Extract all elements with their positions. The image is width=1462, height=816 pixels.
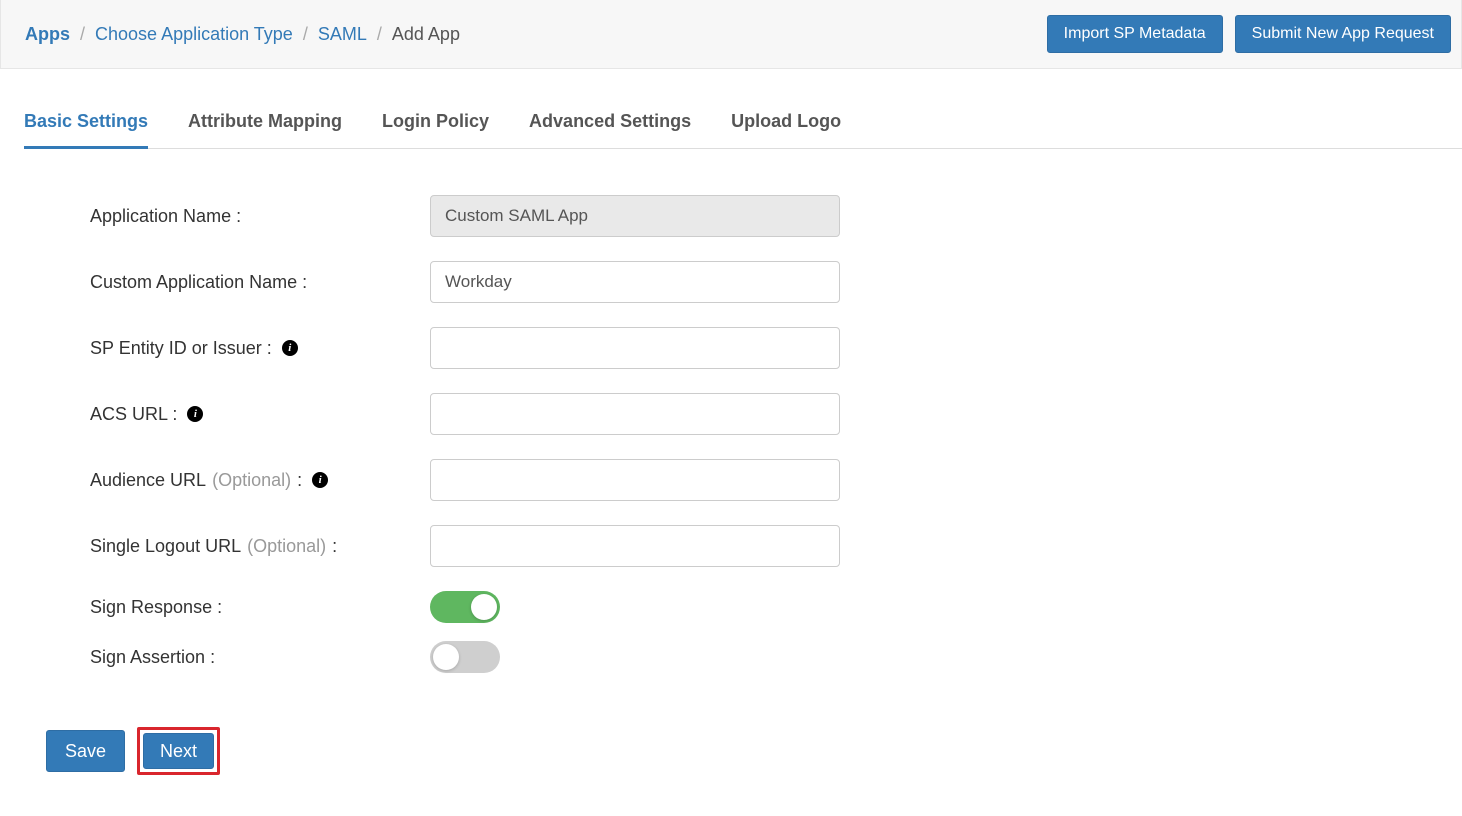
optional-marker: (Optional) xyxy=(247,536,326,557)
tab-upload-logo[interactable]: Upload Logo xyxy=(731,99,841,148)
sp-entity-id-label-text: SP Entity ID or Issuer : xyxy=(90,338,272,359)
custom-application-name-label: Custom Application Name : xyxy=(90,272,430,293)
slo-url-label-text: Single Logout URL xyxy=(90,536,241,557)
breadcrumb-current: Add App xyxy=(392,24,460,45)
custom-application-name-input[interactable] xyxy=(430,261,840,303)
audience-url-label-colon: : xyxy=(297,470,302,491)
sp-entity-id-label: SP Entity ID or Issuer : i xyxy=(90,338,430,359)
acs-url-input[interactable] xyxy=(430,393,840,435)
info-icon[interactable]: i xyxy=(312,472,328,488)
tab-attribute-mapping[interactable]: Attribute Mapping xyxy=(188,99,342,148)
single-logout-url-label: Single Logout URL (Optional) : xyxy=(90,536,430,557)
basic-settings-form: Application Name : Custom Application Na… xyxy=(0,149,1462,673)
audience-url-input[interactable] xyxy=(430,459,840,501)
acs-url-label: ACS URL : i xyxy=(90,404,430,425)
tab-advanced-settings[interactable]: Advanced Settings xyxy=(529,99,691,148)
breadcrumb-saml[interactable]: SAML xyxy=(318,24,367,45)
breadcrumb-separator: / xyxy=(377,24,382,45)
next-button[interactable]: Next xyxy=(143,733,214,769)
single-logout-url-input[interactable] xyxy=(430,525,840,567)
optional-marker: (Optional) xyxy=(212,470,291,491)
breadcrumb-choose-type[interactable]: Choose Application Type xyxy=(95,24,293,45)
breadcrumb-separator: / xyxy=(80,24,85,45)
application-name-input xyxy=(430,195,840,237)
application-name-label: Application Name : xyxy=(90,206,430,227)
sign-assertion-toggle[interactable] xyxy=(430,641,500,673)
sign-response-label: Sign Response : xyxy=(90,597,430,618)
sp-entity-id-input[interactable] xyxy=(430,327,840,369)
tab-bar: Basic Settings Attribute Mapping Login P… xyxy=(24,99,1462,149)
info-icon[interactable]: i xyxy=(187,406,203,422)
slo-url-label-colon: : xyxy=(332,536,337,557)
audience-url-label: Audience URL (Optional) : i xyxy=(90,470,430,491)
import-sp-metadata-button[interactable]: Import SP Metadata xyxy=(1047,15,1223,53)
breadcrumb-apps[interactable]: Apps xyxy=(25,24,70,45)
next-button-highlight: Next xyxy=(137,727,220,775)
acs-url-label-text: ACS URL : xyxy=(90,404,177,425)
sign-assertion-label: Sign Assertion : xyxy=(90,647,430,668)
tab-basic-settings[interactable]: Basic Settings xyxy=(24,99,148,149)
save-button[interactable]: Save xyxy=(46,730,125,772)
submit-new-app-request-button[interactable]: Submit New App Request xyxy=(1235,15,1451,53)
breadcrumb-separator: / xyxy=(303,24,308,45)
audience-url-label-text: Audience URL xyxy=(90,470,206,491)
sign-response-toggle[interactable] xyxy=(430,591,500,623)
info-icon[interactable]: i xyxy=(282,340,298,356)
tab-login-policy[interactable]: Login Policy xyxy=(382,99,489,148)
breadcrumb: Apps / Choose Application Type / SAML / … xyxy=(25,24,460,45)
